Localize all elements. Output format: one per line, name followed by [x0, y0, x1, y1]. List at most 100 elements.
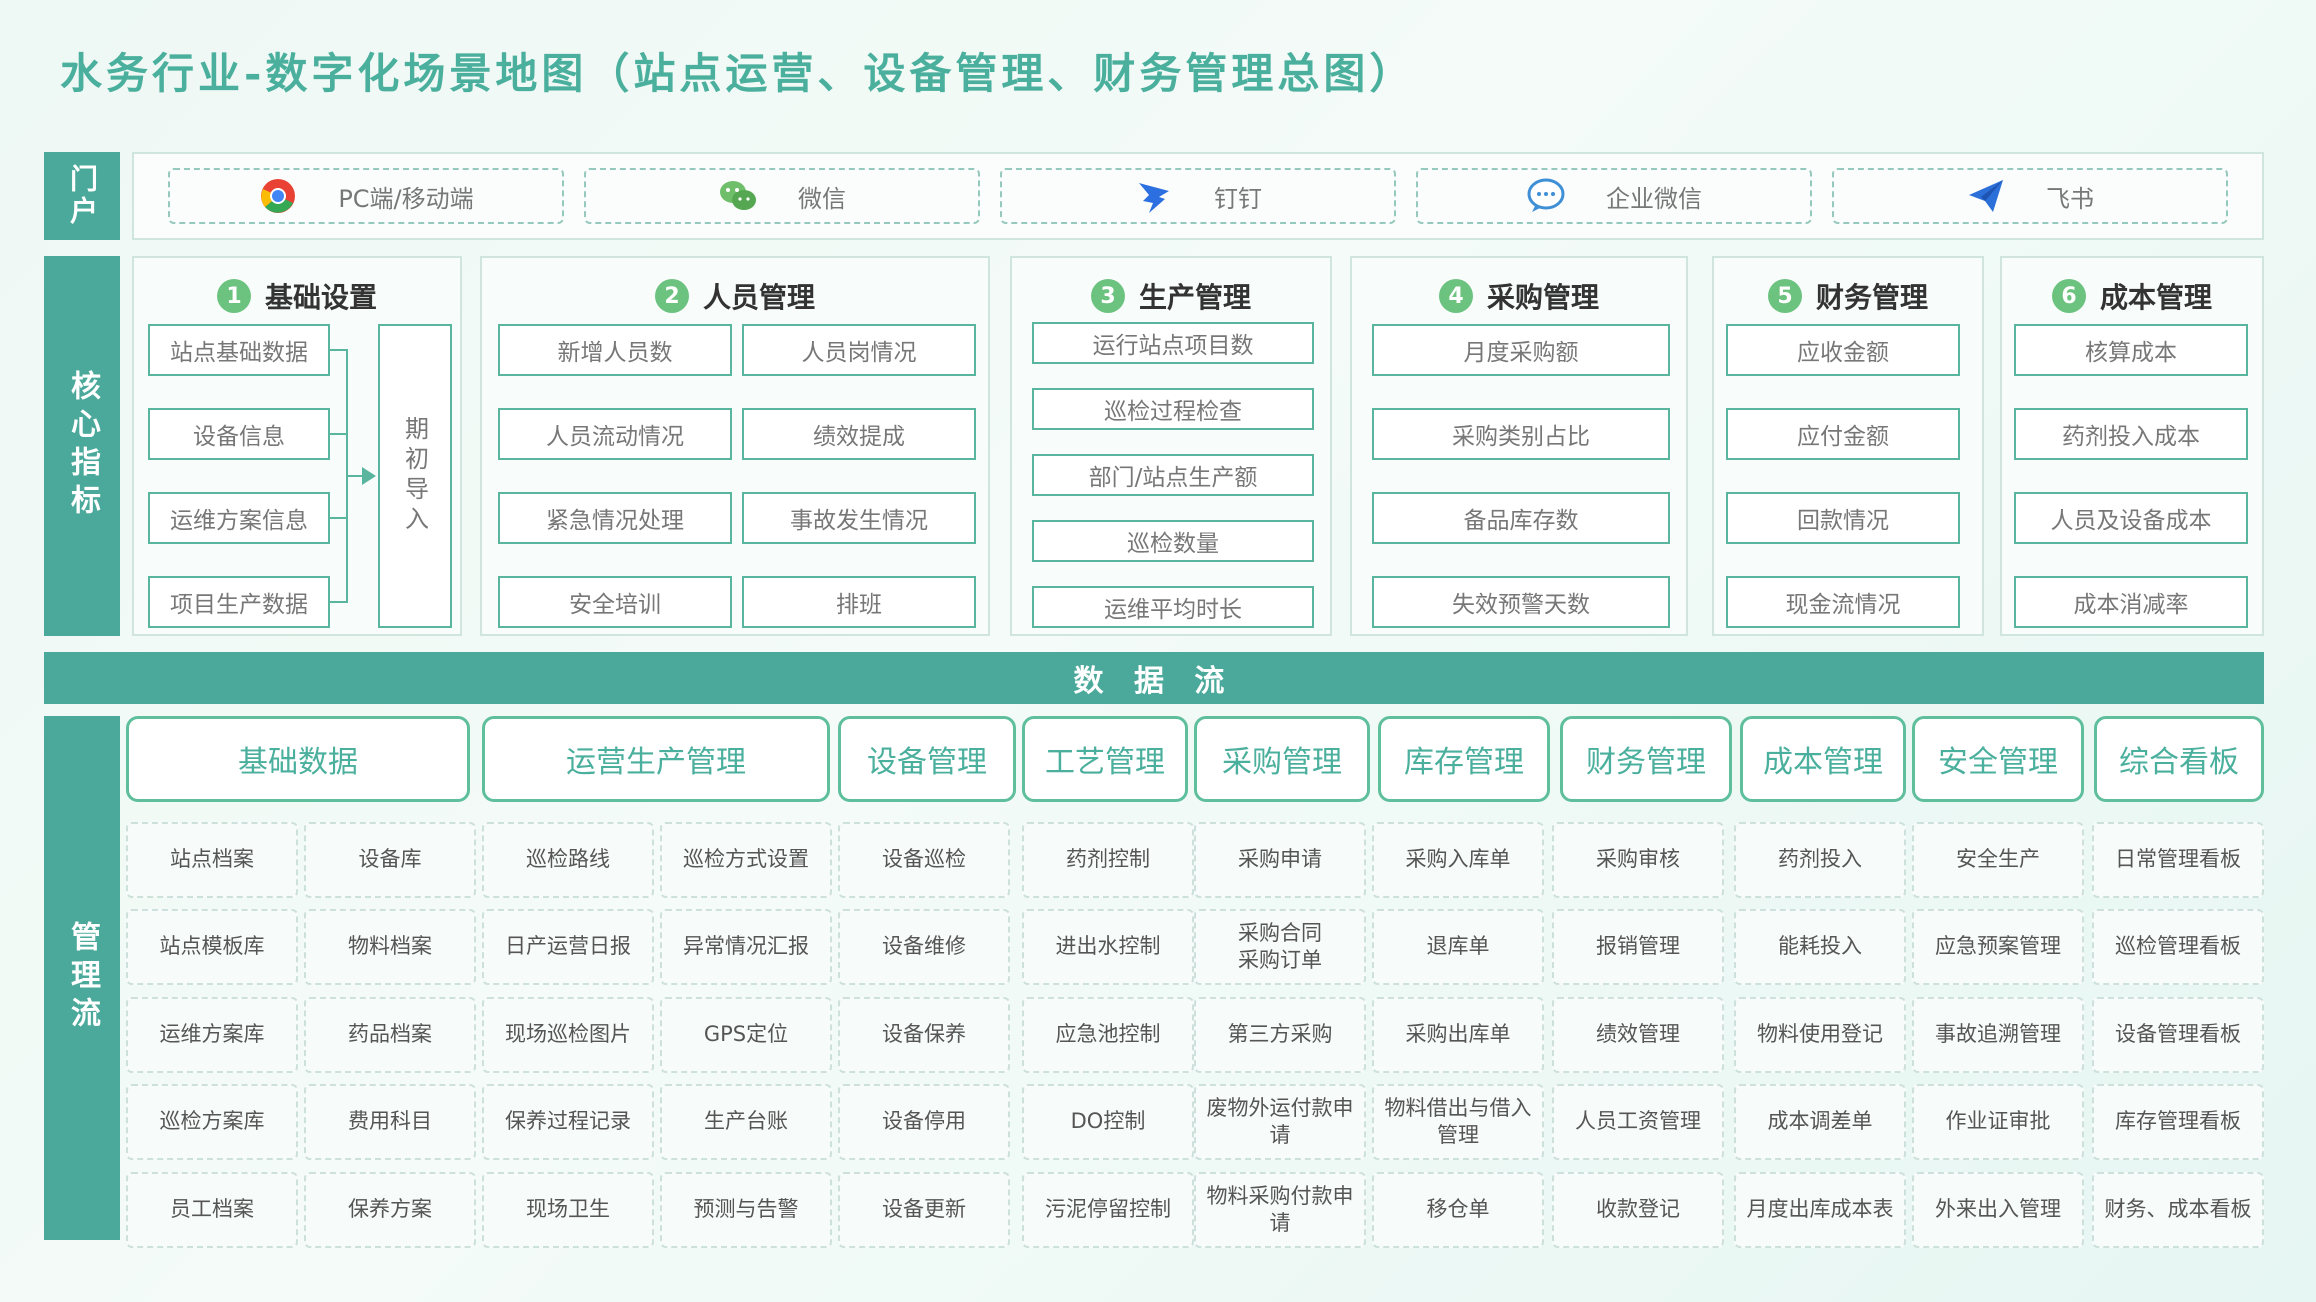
grid-cell[interactable]: 设备巡检	[838, 822, 1010, 898]
kpi-box[interactable]: 人员岗情况	[742, 324, 976, 376]
grid-cell[interactable]: 现场巡检图片	[482, 997, 654, 1073]
grid-cell[interactable]: 巡检方式设置	[660, 822, 832, 898]
module-header[interactable]: 综合看板	[2094, 716, 2264, 802]
portal-dingtalk[interactable]: 钉钉	[1000, 168, 1396, 224]
grid-cell[interactable]: 巡检管理看板	[2092, 909, 2264, 985]
kpi-box[interactable]: 站点基础数据	[148, 324, 330, 376]
kpi-box[interactable]: 人员流动情况	[498, 408, 732, 460]
kpi-box[interactable]: 采购类别占比	[1372, 408, 1670, 460]
grid-cell[interactable]: 药剂投入	[1734, 822, 1906, 898]
grid-cell[interactable]: 巡检方案库	[126, 1084, 298, 1160]
grid-cell[interactable]: 第三方采购	[1194, 997, 1366, 1073]
grid-cell[interactable]: GPS定位	[660, 997, 832, 1073]
grid-cell[interactable]: 废物外运付款申请	[1194, 1084, 1366, 1160]
grid-cell[interactable]: 外来出入管理	[1912, 1172, 2084, 1248]
grid-cell[interactable]: 药剂控制	[1022, 822, 1194, 898]
grid-cell[interactable]: 设备保养	[838, 997, 1010, 1073]
grid-cell[interactable]: 进出水控制	[1022, 909, 1194, 985]
grid-cell[interactable]: 能耗投入	[1734, 909, 1906, 985]
kpi-box[interactable]: 回款情况	[1726, 492, 1960, 544]
grid-cell[interactable]: 报销管理	[1552, 909, 1724, 985]
kpi-box[interactable]: 运行站点项目数	[1032, 322, 1314, 364]
kpi-box[interactable]: 现金流情况	[1726, 576, 1960, 628]
grid-cell[interactable]: 物料使用登记	[1734, 997, 1906, 1073]
portal-feishu[interactable]: 飞书	[1832, 168, 2228, 224]
module-header[interactable]: 成本管理	[1740, 716, 1906, 802]
kpi-box[interactable]: 药剂投入成本	[2014, 408, 2248, 460]
kpi-box[interactable]: 排班	[742, 576, 976, 628]
kpi-box[interactable]: 部门/站点生产额	[1032, 454, 1314, 496]
grid-cell[interactable]: 员工档案	[126, 1172, 298, 1248]
grid-cell[interactable]: 退库单	[1372, 909, 1544, 985]
kpi-box[interactable]: 备品库存数	[1372, 492, 1670, 544]
kpi-box[interactable]: 项目生产数据	[148, 576, 330, 628]
kpi-box[interactable]: 核算成本	[2014, 324, 2248, 376]
grid-cell[interactable]: 物料借出与借入管理	[1372, 1084, 1544, 1160]
module-header[interactable]: 采购管理	[1194, 716, 1370, 802]
module-header[interactable]: 财务管理	[1560, 716, 1732, 802]
grid-cell[interactable]: 移仓单	[1372, 1172, 1544, 1248]
grid-cell[interactable]: 保养过程记录	[482, 1084, 654, 1160]
grid-cell[interactable]: 费用科目	[304, 1084, 476, 1160]
kpi-box[interactable]: 成本消减率	[2014, 576, 2248, 628]
kpi-box[interactable]: 巡检过程检查	[1032, 388, 1314, 430]
grid-cell[interactable]: 巡检路线	[482, 822, 654, 898]
grid-cell[interactable]: 财务、成本看板	[2092, 1172, 2264, 1248]
grid-cell[interactable]: 物料采购付款申请	[1194, 1172, 1366, 1248]
grid-cell[interactable]: 绩效管理	[1552, 997, 1724, 1073]
grid-cell[interactable]: 站点档案	[126, 822, 298, 898]
grid-cell[interactable]: 采购审核	[1552, 822, 1724, 898]
grid-cell[interactable]: 设备管理看板	[2092, 997, 2264, 1073]
grid-cell[interactable]: 事故追溯管理	[1912, 997, 2084, 1073]
grid-cell[interactable]: 采购出库单	[1372, 997, 1544, 1073]
module-header[interactable]: 设备管理	[838, 716, 1016, 802]
grid-cell[interactable]: 物料档案	[304, 909, 476, 985]
initial-import-box[interactable]: 期初导入	[378, 324, 452, 628]
grid-cell[interactable]: 站点模板库	[126, 909, 298, 985]
kpi-box[interactable]: 巡检数量	[1032, 520, 1314, 562]
kpi-box[interactable]: 安全培训	[498, 576, 732, 628]
grid-cell[interactable]: 设备库	[304, 822, 476, 898]
grid-cell[interactable]: 设备维修	[838, 909, 1010, 985]
grid-cell[interactable]: 作业证审批	[1912, 1084, 2084, 1160]
module-header[interactable]: 基础数据	[126, 716, 470, 802]
portal-pc-mobile[interactable]: PC端/移动端	[168, 168, 564, 224]
kpi-box[interactable]: 事故发生情况	[742, 492, 976, 544]
kpi-box[interactable]: 月度采购额	[1372, 324, 1670, 376]
grid-cell[interactable]: 运维方案库	[126, 997, 298, 1073]
kpi-box[interactable]: 失效预警天数	[1372, 576, 1670, 628]
kpi-box[interactable]: 紧急情况处理	[498, 492, 732, 544]
module-header[interactable]: 运营生产管理	[482, 716, 830, 802]
kpi-box[interactable]: 应付金额	[1726, 408, 1960, 460]
grid-cell[interactable]: 污泥停留控制	[1022, 1172, 1194, 1248]
kpi-box[interactable]: 运维方案信息	[148, 492, 330, 544]
grid-cell[interactable]: 日常管理看板	[2092, 822, 2264, 898]
kpi-box[interactable]: 新增人员数	[498, 324, 732, 376]
kpi-box[interactable]: 应收金额	[1726, 324, 1960, 376]
kpi-box[interactable]: 绩效提成	[742, 408, 976, 460]
grid-cell[interactable]: 异常情况汇报	[660, 909, 832, 985]
grid-cell[interactable]: 生产台账	[660, 1084, 832, 1160]
grid-cell[interactable]: 应急预案管理	[1912, 909, 2084, 985]
grid-cell[interactable]: 预测与告警	[660, 1172, 832, 1248]
kpi-box[interactable]: 设备信息	[148, 408, 330, 460]
module-header[interactable]: 库存管理	[1378, 716, 1550, 802]
grid-cell[interactable]: 保养方案	[304, 1172, 476, 1248]
grid-cell[interactable]: 采购入库单	[1372, 822, 1544, 898]
portal-wechat[interactable]: 微信	[584, 168, 980, 224]
grid-cell[interactable]: DO控制	[1022, 1084, 1194, 1160]
portal-wecom[interactable]: 企业微信	[1416, 168, 1812, 224]
grid-cell[interactable]: 应急池控制	[1022, 997, 1194, 1073]
grid-cell[interactable]: 安全生产	[1912, 822, 2084, 898]
kpi-box[interactable]: 人员及设备成本	[2014, 492, 2248, 544]
grid-cell[interactable]: 收款登记	[1552, 1172, 1724, 1248]
kpi-box[interactable]: 运维平均时长	[1032, 586, 1314, 628]
grid-cell[interactable]: 药品档案	[304, 997, 476, 1073]
grid-cell[interactable]: 库存管理看板	[2092, 1084, 2264, 1160]
grid-cell[interactable]: 日产运营日报	[482, 909, 654, 985]
grid-cell[interactable]: 采购合同 采购订单	[1194, 909, 1366, 985]
grid-cell[interactable]: 设备停用	[838, 1084, 1010, 1160]
grid-cell[interactable]: 设备更新	[838, 1172, 1010, 1248]
module-header[interactable]: 工艺管理	[1022, 716, 1188, 802]
grid-cell[interactable]: 人员工资管理	[1552, 1084, 1724, 1160]
